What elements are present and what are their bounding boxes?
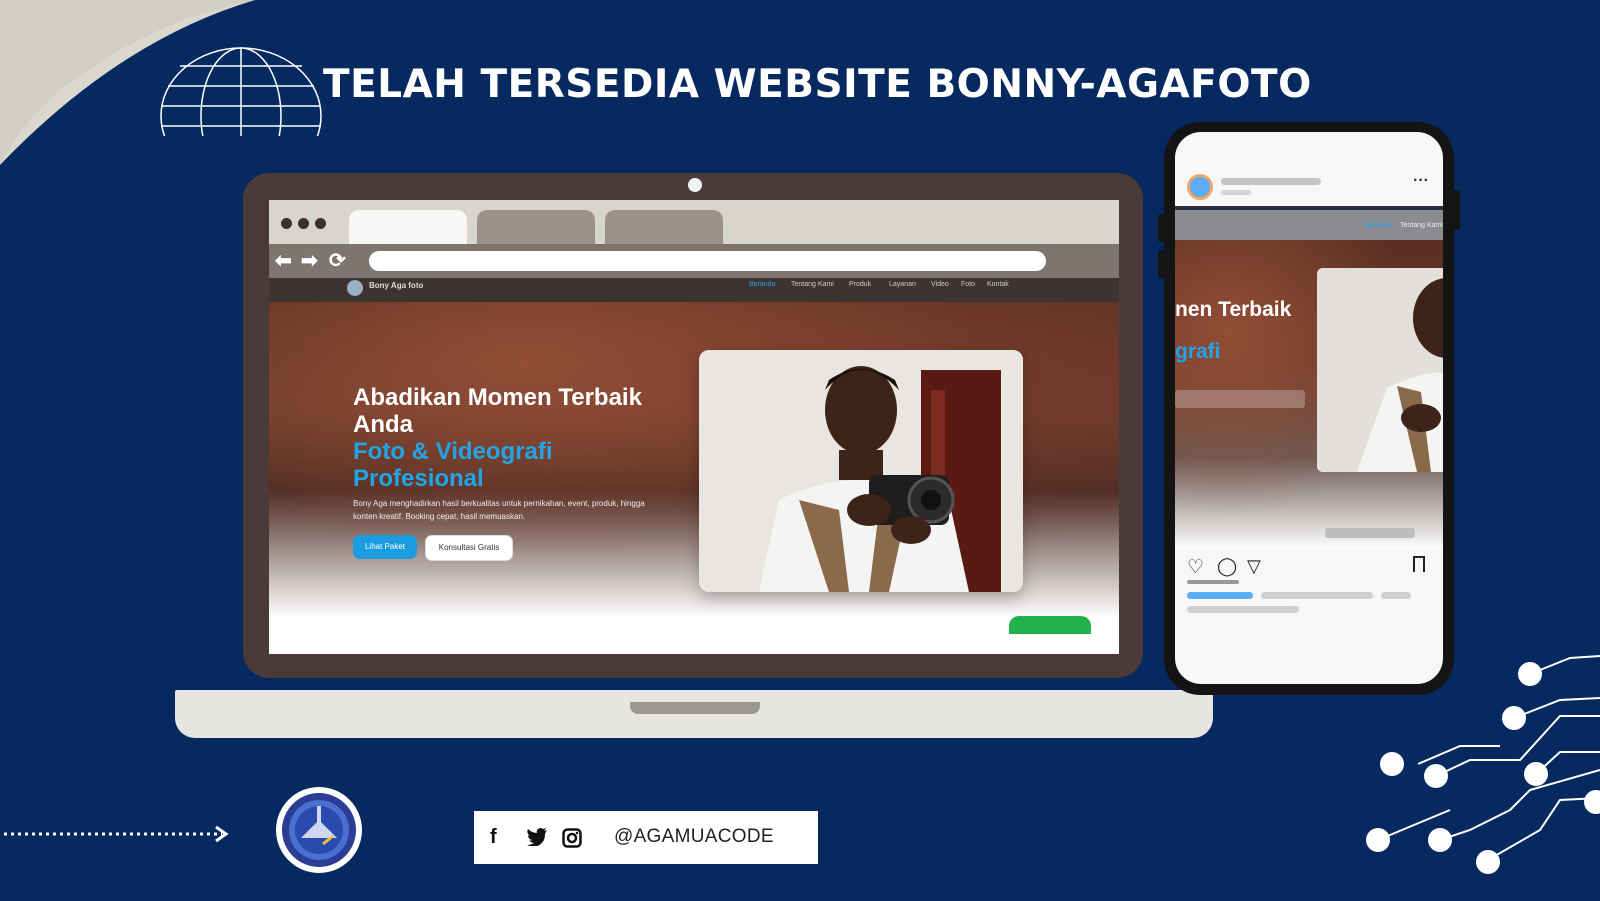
nav-video[interactable]: Video xyxy=(931,281,949,288)
social-handle-text[interactable]: @AGAMUACODE xyxy=(614,826,774,848)
twitter-icon[interactable] xyxy=(526,828,548,846)
site-navbar: Bony Aga foto Beranda Tentang Kami Produ… xyxy=(269,278,1119,302)
konsultasi-gratis-button[interactable]: Konsultasi Gratis xyxy=(425,535,513,561)
phone-hero-button[interactable] xyxy=(1325,528,1415,538)
browser-tab[interactable] xyxy=(605,210,723,244)
phone-nav-beranda[interactable]: Beranda xyxy=(1365,222,1391,229)
nav-foto[interactable]: Foto xyxy=(961,281,975,288)
instagram-icon[interactable] xyxy=(562,828,582,848)
back-arrow-icon[interactable]: ⬅ xyxy=(275,250,292,272)
phone-side-button xyxy=(1158,214,1166,242)
nav-beranda[interactable]: Beranda xyxy=(749,281,775,288)
browser-toolbar: ⬅ ➡ ⟳ xyxy=(269,244,1119,278)
laptop-screen: ⬅ ➡ ⟳ Abadikan Momen Terbaik Anda Foto &… xyxy=(269,200,1119,654)
agamuacode-badge-logo xyxy=(276,787,362,873)
comment-icon[interactable]: ◯ xyxy=(1217,556,1237,577)
username-placeholder xyxy=(1221,178,1321,185)
website-page: Abadikan Momen Terbaik Anda Foto & Video… xyxy=(269,278,1119,654)
laptop-notch xyxy=(630,702,760,714)
caption-placeholder xyxy=(1261,592,1373,599)
laptop-base xyxy=(175,690,1213,738)
hero-title: Abadikan Momen Terbaik Anda xyxy=(353,384,642,438)
caption-placeholder xyxy=(1381,592,1411,599)
window-controls[interactable] xyxy=(281,216,332,234)
nav-layanan[interactable]: Layanan xyxy=(889,281,916,288)
likes-placeholder xyxy=(1187,580,1239,584)
phone-hero-section: nen Terbaik grafi xyxy=(1175,240,1443,550)
phone-screen: ··· Beranda Tentang Kami nen Terbaik gra… xyxy=(1175,132,1443,684)
nav-kontak[interactable]: Kontak xyxy=(987,281,1009,288)
phone-photographer-photo xyxy=(1317,268,1443,472)
laptop-camera xyxy=(688,178,702,192)
address-bar[interactable] xyxy=(369,251,1046,271)
share-icon[interactable]: ▽ xyxy=(1247,556,1261,577)
phone-side-button xyxy=(1452,190,1460,230)
hero-section: Abadikan Momen Terbaik Anda Foto & Video… xyxy=(269,298,1119,618)
globe-icon xyxy=(160,47,322,136)
location-placeholder xyxy=(1221,190,1251,195)
forward-arrow-icon[interactable]: ➡ xyxy=(301,250,318,272)
lihat-paket-button[interactable]: Lihat Paket xyxy=(353,535,417,559)
caption-placeholder xyxy=(1187,606,1299,613)
nav-produk[interactable]: Produk xyxy=(849,281,871,288)
site-brand[interactable]: Bony Aga foto xyxy=(369,281,423,290)
browser-tab-active[interactable] xyxy=(349,210,467,244)
browser-tab[interactable] xyxy=(477,210,595,244)
bookmark-icon[interactable] xyxy=(1413,556,1425,572)
phone-hero-subtitle: grafi xyxy=(1175,340,1221,363)
hero-subtitle: Foto & Videografi Profesional xyxy=(353,438,553,492)
hero-description: Bony Aga menghadirkan hasil berkualitas … xyxy=(353,499,645,521)
more-options-icon[interactable]: ··· xyxy=(1413,172,1429,190)
profile-avatar[interactable] xyxy=(1187,174,1213,200)
photographer-photo xyxy=(699,350,1023,592)
site-logo-icon[interactable] xyxy=(347,280,363,296)
phone-side-button xyxy=(1158,250,1166,278)
phone-hero-description xyxy=(1175,390,1305,408)
facebook-icon[interactable]: f xyxy=(490,826,497,848)
circuit-decoration xyxy=(1366,655,1600,874)
caption-placeholder xyxy=(1187,592,1253,599)
dotted-arrow-icon xyxy=(4,825,229,843)
phone-site-navbar: Beranda Tentang Kami xyxy=(1175,210,1443,240)
phone-nav-tentang-kami[interactable]: Tentang Kami xyxy=(1400,222,1443,229)
like-icon[interactable]: ♡ xyxy=(1187,556,1204,579)
nav-tentang-kami[interactable]: Tentang Kami xyxy=(791,281,834,288)
reload-icon[interactable]: ⟳ xyxy=(329,250,346,272)
phone-hero-title: nen Terbaik xyxy=(1175,298,1292,321)
whatsapp-button[interactable] xyxy=(1009,616,1091,634)
social-handle-box: f @AGAMUACODE xyxy=(474,811,818,864)
headline: TELAH TERSEDIA WEBSITE BONNY-AGAFOTO xyxy=(323,62,1312,107)
browser-tabbar xyxy=(269,200,1119,244)
